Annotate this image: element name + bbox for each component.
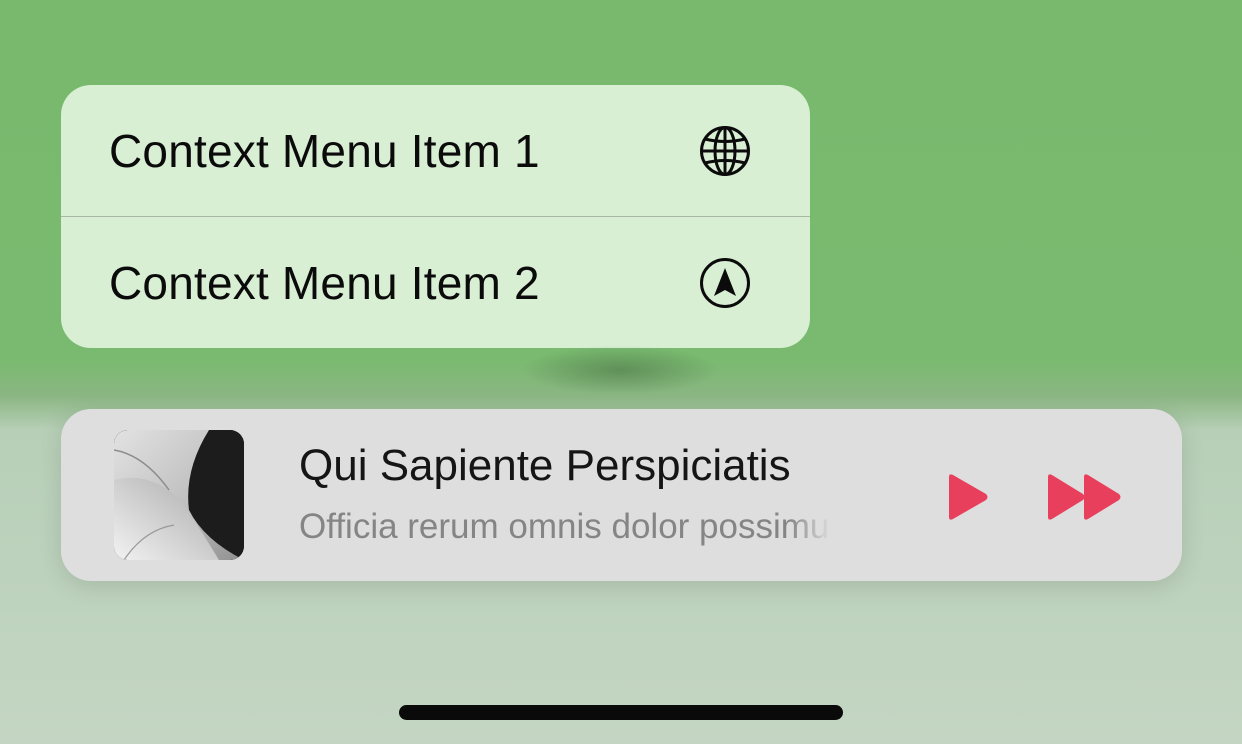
fast-forward-button[interactable] xyxy=(1045,472,1125,522)
context-menu: Context Menu Item 1 Context Menu Item 2 xyxy=(61,85,810,348)
mini-player[interactable]: Qui Sapiente Perspiciatis Officia rerum … xyxy=(61,409,1182,581)
drop-shadow xyxy=(520,345,720,395)
globe-icon xyxy=(699,125,751,177)
context-menu-item-label: Context Menu Item 1 xyxy=(109,124,540,177)
location-arrow-circle-icon xyxy=(699,257,751,309)
fast-forward-icon xyxy=(1045,472,1125,522)
context-menu-item-2[interactable]: Context Menu Item 2 xyxy=(61,217,810,348)
album-artwork xyxy=(114,430,244,560)
play-button[interactable] xyxy=(941,472,991,522)
track-title: Qui Sapiente Perspiciatis xyxy=(299,441,791,490)
play-icon xyxy=(941,472,991,522)
home-indicator[interactable] xyxy=(399,705,843,720)
context-menu-item-1[interactable]: Context Menu Item 1 xyxy=(61,85,810,216)
track-subtitle: Officia rerum omnis dolor possimus xyxy=(299,507,831,546)
context-menu-item-label: Context Menu Item 2 xyxy=(109,256,540,309)
